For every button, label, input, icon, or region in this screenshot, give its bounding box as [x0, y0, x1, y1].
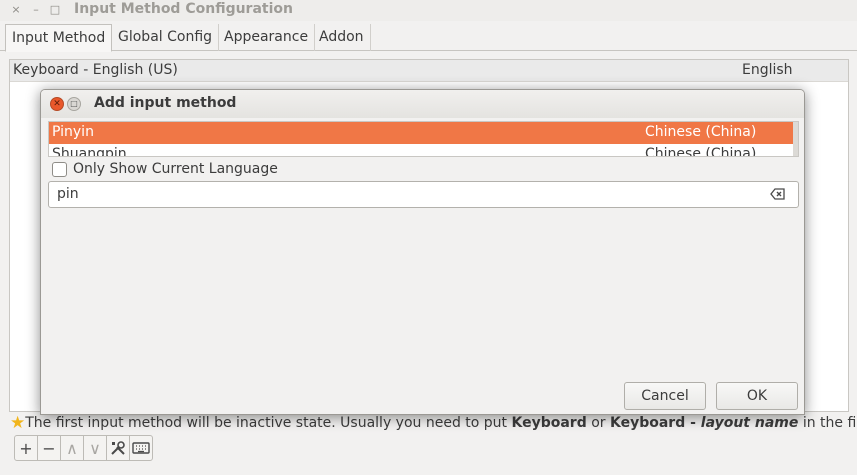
results-scrollbar[interactable]	[793, 122, 798, 156]
input-method-toolbar: + − ∧ ∨	[14, 435, 153, 461]
window-titlebar: × – □ Input Method Configuration	[0, 0, 857, 21]
hint-middle: or	[586, 415, 610, 431]
window-close-button[interactable]: ×	[9, 3, 23, 17]
tab-addon[interactable]: Addon	[313, 24, 371, 51]
only-current-language-label: Only Show Current Language	[73, 161, 278, 177]
maximize-icon: □	[70, 99, 78, 108]
remove-button[interactable]: −	[37, 435, 61, 461]
list-item[interactable]: Shuangpin Chinese (China)	[49, 144, 798, 157]
dialog-close-button[interactable]: ✕	[50, 97, 64, 111]
keyboard-icon	[132, 442, 150, 454]
tab-global-config[interactable]: Global Config	[112, 24, 220, 51]
close-icon: ✕	[53, 99, 61, 109]
window-minimize-button[interactable]: –	[29, 3, 43, 17]
cancel-button[interactable]: Cancel	[624, 382, 706, 410]
tab-input-method[interactable]: Input Method	[5, 24, 113, 52]
dialog-maximize-button[interactable]: □	[67, 97, 81, 111]
hint-prefix: The first input method will be inactive …	[25, 415, 512, 431]
hint-keyword-keyboard: Keyboard	[511, 415, 587, 431]
add-input-method-dialog: ✕ □ Add input method Pinyin Chinese (Chi…	[40, 89, 805, 415]
hint-suffix: in the first place.	[802, 415, 857, 431]
only-current-language-option[interactable]: Only Show Current Language	[52, 160, 278, 178]
search-input-value: pin	[57, 186, 79, 202]
search-results-list[interactable]: Pinyin Chinese (China) Shuangpin Chinese…	[48, 121, 799, 157]
window-maximize-button[interactable]: □	[48, 3, 62, 17]
only-current-language-checkbox[interactable]	[52, 161, 67, 177]
window-title: Input Method Configuration	[74, 1, 293, 17]
list-item[interactable]: Pinyin Chinese (China)	[49, 122, 798, 144]
hint-keyword-layout-name: layout name	[700, 415, 799, 431]
result-name: Pinyin	[52, 124, 94, 140]
list-item[interactable]: Keyboard - English (US) English	[10, 60, 848, 82]
clear-search-icon[interactable]	[770, 187, 786, 201]
result-language: Chinese (China)	[645, 124, 757, 140]
dialog-title: Add input method	[94, 95, 237, 111]
dialog-titlebar: ✕ □ Add input method	[41, 90, 804, 118]
tools-icon	[111, 441, 125, 455]
move-down-button[interactable]: ∨	[83, 435, 107, 461]
tab-appearance[interactable]: Appearance	[218, 24, 316, 51]
star-icon: ★	[10, 413, 26, 433]
list-item-name: Keyboard - English (US)	[13, 62, 178, 78]
tab-bar: Input Method Global Config Appearance Ad…	[0, 24, 857, 52]
result-language: Chinese (China)	[645, 146, 757, 157]
add-button[interactable]: +	[14, 435, 38, 461]
configure-button[interactable]	[106, 435, 130, 461]
list-item-language: English	[742, 62, 793, 78]
move-up-button[interactable]: ∧	[60, 435, 84, 461]
ok-button[interactable]: OK	[716, 382, 798, 410]
hint-text: ★The first input method will be inactive…	[10, 413, 857, 433]
keyboard-layout-button[interactable]	[129, 435, 153, 461]
hint-keyword-keyboard-layout: Keyboard -	[609, 415, 701, 431]
result-name: Shuangpin	[52, 146, 127, 157]
search-input[interactable]: pin	[48, 181, 799, 208]
